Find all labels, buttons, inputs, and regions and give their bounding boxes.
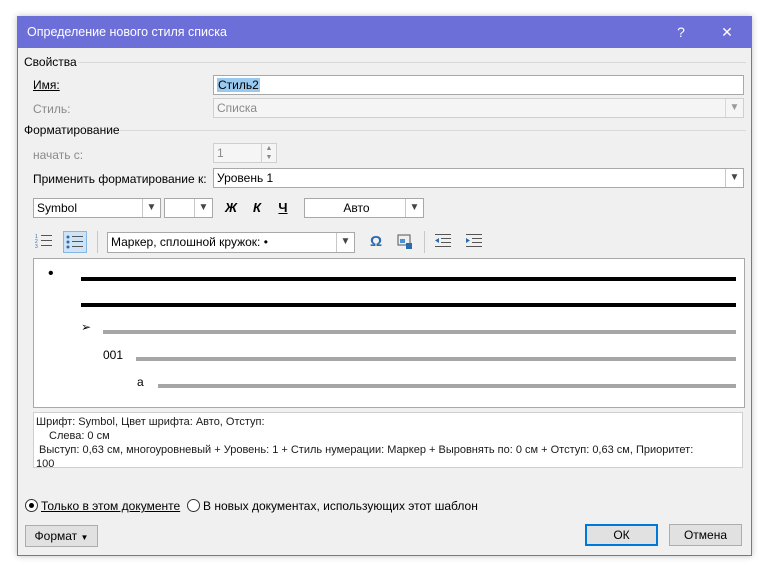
picture-bullet-icon — [397, 234, 412, 249]
formatting-section-label: Форматирование — [24, 123, 120, 137]
list-preview: • ➢ 001 a — [33, 258, 745, 408]
chevron-down-icon: ▼ — [725, 169, 743, 187]
preview-level4-line — [158, 384, 736, 388]
preview-level1-line — [81, 277, 736, 281]
description-line: 100 — [36, 458, 55, 470]
toolbar-divider — [424, 231, 425, 253]
format-button-label: Формат — [34, 529, 78, 543]
apply-formatting-label: Применить форматирование к: — [33, 172, 207, 186]
new-documents-label[interactable]: В новых документах, использующих этот ша… — [203, 499, 478, 513]
formatting-separator — [120, 130, 746, 131]
bullet-style-select[interactable]: Маркер, сплошной кружок: • ▼ — [107, 232, 355, 253]
close-icon: ✕ — [721, 24, 733, 40]
bulleted-list-button[interactable] — [63, 231, 87, 253]
description-line: Слева: 0 см — [49, 430, 110, 442]
increase-indent-button[interactable] — [463, 231, 487, 253]
chevron-down-icon: ▼ — [194, 199, 212, 217]
name-input[interactable]: Стиль2 — [213, 75, 744, 95]
only-this-document-radio[interactable] — [25, 499, 38, 512]
title-bar: Определение нового стиля списка ? ✕ — [18, 17, 751, 48]
underline-icon: Ч — [278, 200, 288, 215]
omega-icon: Ω — [369, 233, 383, 250]
spin-arrows-icon[interactable]: ▲ ▼ — [261, 144, 276, 162]
window-title: Определение нового стиля списка — [27, 25, 227, 39]
preview-level1-line — [81, 303, 736, 307]
caret-down-icon: ▼ — [80, 533, 89, 542]
chevron-down-icon: ▼ — [725, 99, 743, 117]
preview-level3-marker: 001 — [103, 348, 124, 362]
cancel-button[interactable]: Отмена — [669, 524, 742, 546]
help-button[interactable]: ? — [660, 17, 702, 48]
decrease-indent-icon — [435, 234, 451, 247]
cancel-button-label: Отмена — [683, 528, 728, 542]
font-color-select[interactable]: Авто ▼ — [304, 198, 424, 218]
preview-level1-marker: • — [48, 265, 54, 282]
properties-separator — [78, 62, 746, 63]
style-label: Стиль: — [33, 102, 71, 116]
style-select[interactable]: Списка ▼ — [213, 98, 744, 118]
name-input-value: Стиль2 — [217, 78, 260, 92]
preview-level3-line — [136, 357, 736, 361]
bulleted-list-icon — [66, 235, 83, 249]
chevron-down-icon: ▼ — [336, 233, 354, 252]
numbered-list-icon: 1 2 3 — [35, 234, 52, 250]
svg-text:3: 3 — [35, 244, 38, 250]
font-select-value: Symbol — [37, 201, 78, 215]
apply-formatting-value: Уровень 1 — [217, 171, 274, 185]
decrease-indent-button[interactable] — [432, 231, 456, 253]
chevron-down-icon: ▼ — [142, 199, 160, 217]
style-description: Шрифт: Symbol, Цвет шрифта: Авто, Отступ… — [33, 412, 743, 470]
style-select-value: Списка — [217, 101, 258, 115]
italic-icon: К — [253, 200, 261, 215]
preview-level4-marker: a — [137, 375, 144, 389]
preview-level2-line — [103, 330, 736, 334]
ok-button[interactable]: ОК — [585, 524, 658, 546]
bullet-style-value: Маркер, сплошной кружок: • — [111, 235, 268, 249]
font-select[interactable]: Symbol ▼ — [33, 198, 161, 218]
font-size-select[interactable]: ▼ — [164, 198, 213, 218]
insert-symbol-button[interactable]: Ω — [365, 231, 387, 253]
bold-icon: Ж — [224, 200, 238, 215]
start-at-value: 1 — [217, 146, 224, 160]
new-documents-radio[interactable] — [187, 499, 200, 512]
start-at-stepper[interactable]: 1 ▲ ▼ — [213, 143, 277, 163]
only-this-document-text: Только в этом документе — [41, 499, 181, 513]
ok-button-label: ОК — [613, 528, 630, 542]
description-line: Шрифт: Symbol, Цвет шрифта: Авто, Отступ… — [36, 416, 265, 428]
only-this-document-label[interactable]: Только в этом документе — [41, 499, 180, 513]
format-button[interactable]: Формат ▼ — [25, 525, 98, 547]
properties-section-label: Свойства — [24, 55, 77, 69]
font-color-value: Авто — [343, 201, 370, 215]
toolbar-divider — [97, 231, 98, 253]
apply-formatting-select[interactable]: Уровень 1 ▼ — [213, 168, 744, 188]
dialog-window: Определение нового стиля списка ? ✕ Свой… — [17, 16, 752, 556]
increase-indent-icon — [466, 234, 482, 247]
preview-level2-marker: ➢ — [81, 320, 92, 334]
numbered-list-button[interactable]: 1 2 3 — [33, 231, 57, 253]
chevron-down-icon: ▼ — [405, 199, 423, 217]
underline-button[interactable]: Ч — [272, 198, 294, 218]
italic-button[interactable]: К — [246, 198, 268, 218]
start-at-label: начать с: — [33, 148, 84, 162]
name-label: Имя: — [33, 78, 60, 92]
description-line: Выступ: 0,63 см, многоуровневый + Уровен… — [39, 444, 694, 456]
bold-button[interactable]: Ж — [220, 198, 242, 218]
help-icon: ? — [677, 24, 685, 40]
picture-bullet-button[interactable] — [394, 231, 418, 253]
close-button[interactable]: ✕ — [706, 17, 748, 48]
